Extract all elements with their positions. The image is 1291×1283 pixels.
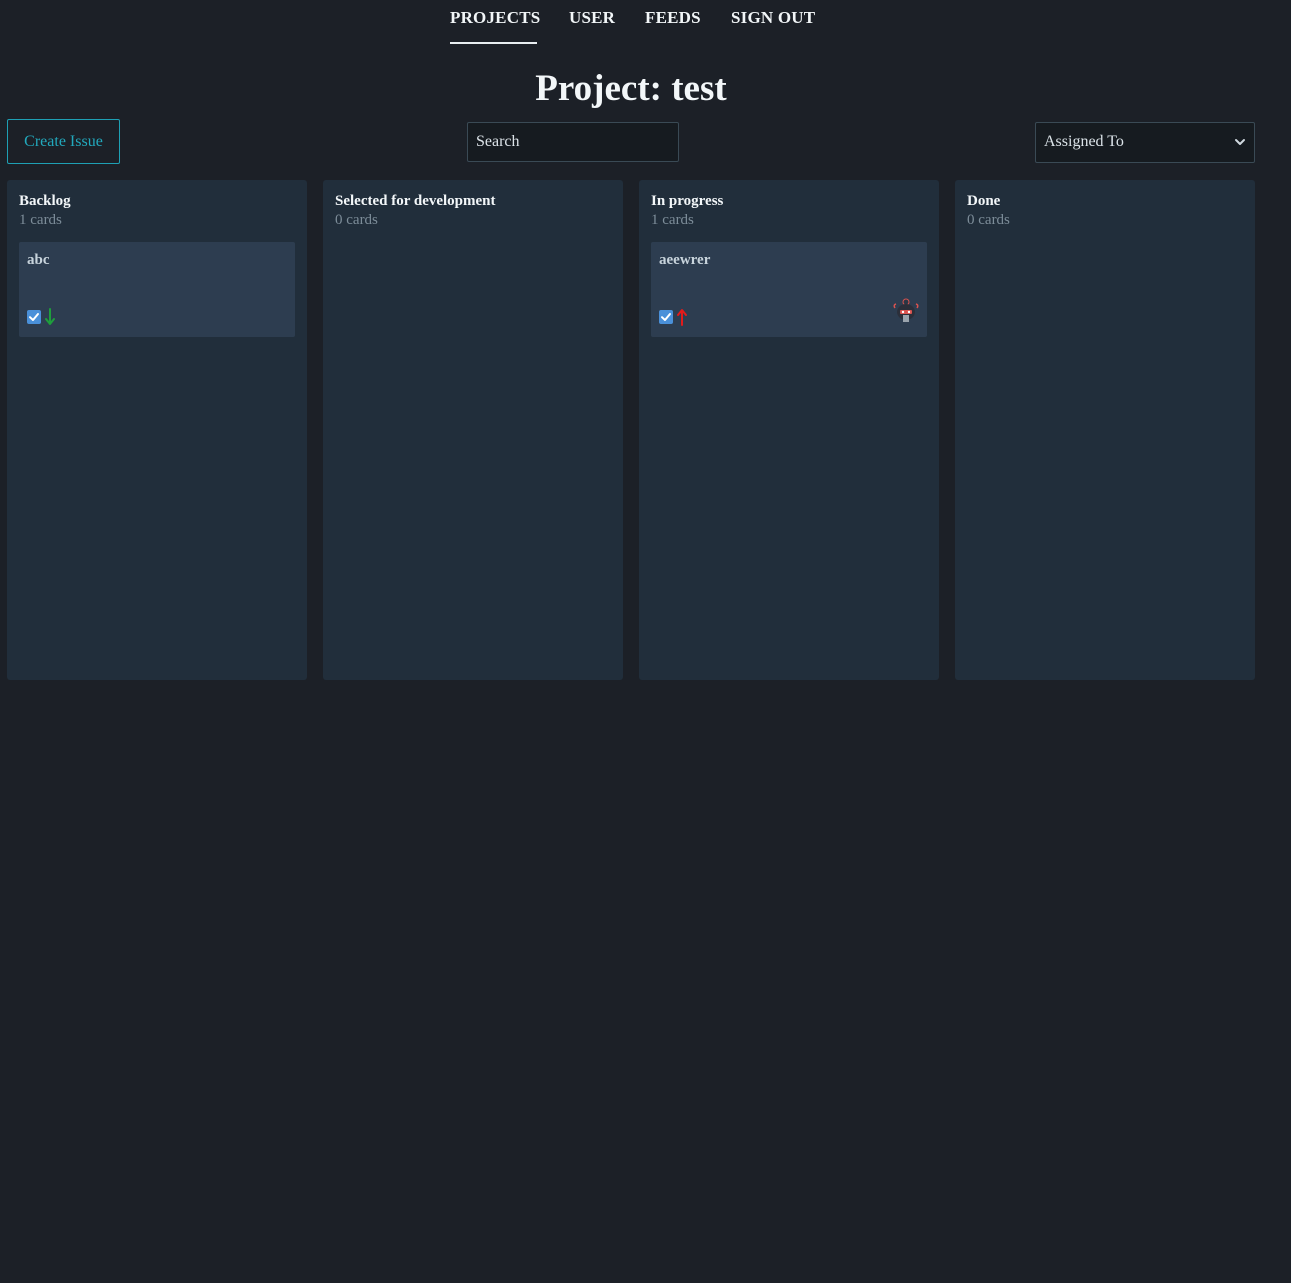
page-title: Project: test [535, 68, 727, 109]
issue-title: aeewrer [659, 252, 711, 268]
column-selected-for-development: Selected for development 0 cards [323, 180, 623, 680]
arrow-up-icon [677, 309, 687, 326]
column-card-count: 0 cards [335, 212, 378, 228]
column-done: Done 0 cards [955, 180, 1255, 680]
search-input[interactable] [467, 122, 679, 162]
issue-card[interactable]: aeewrer [651, 242, 927, 337]
column-title: Done [967, 193, 1001, 209]
top-nav: PROJECTS USER FEEDS SIGN OUT [0, 0, 1291, 46]
issue-title: abc [27, 252, 50, 268]
nav-sign-out[interactable]: SIGN OUT [731, 8, 815, 28]
active-nav-indicator [450, 42, 537, 44]
column-card-count: 0 cards [967, 212, 1010, 228]
column-title: Selected for development [335, 193, 496, 209]
nav-projects[interactable]: PROJECTS [450, 8, 540, 28]
task-checkbox-icon [27, 310, 41, 324]
column-in-progress: In progress 1 cards aeewrer [639, 180, 939, 680]
assigned-to-value: Assigned To [1044, 133, 1124, 150]
assignee-avatar[interactable] [891, 296, 921, 326]
chevron-down-icon [1235, 139, 1245, 145]
create-issue-button[interactable]: Create Issue [7, 119, 120, 164]
column-backlog: Backlog 1 cards abc [7, 180, 307, 680]
arrow-down-icon [45, 308, 55, 325]
task-checkbox-icon [659, 310, 673, 324]
nav-user[interactable]: USER [569, 8, 615, 28]
column-card-count: 1 cards [651, 212, 694, 228]
column-title: Backlog [19, 193, 71, 209]
column-title: In progress [651, 193, 724, 209]
issue-card[interactable]: abc [19, 242, 295, 337]
nav-feeds[interactable]: FEEDS [645, 8, 701, 28]
column-card-count: 1 cards [19, 212, 62, 228]
assigned-to-select[interactable]: Assigned To [1035, 122, 1255, 163]
